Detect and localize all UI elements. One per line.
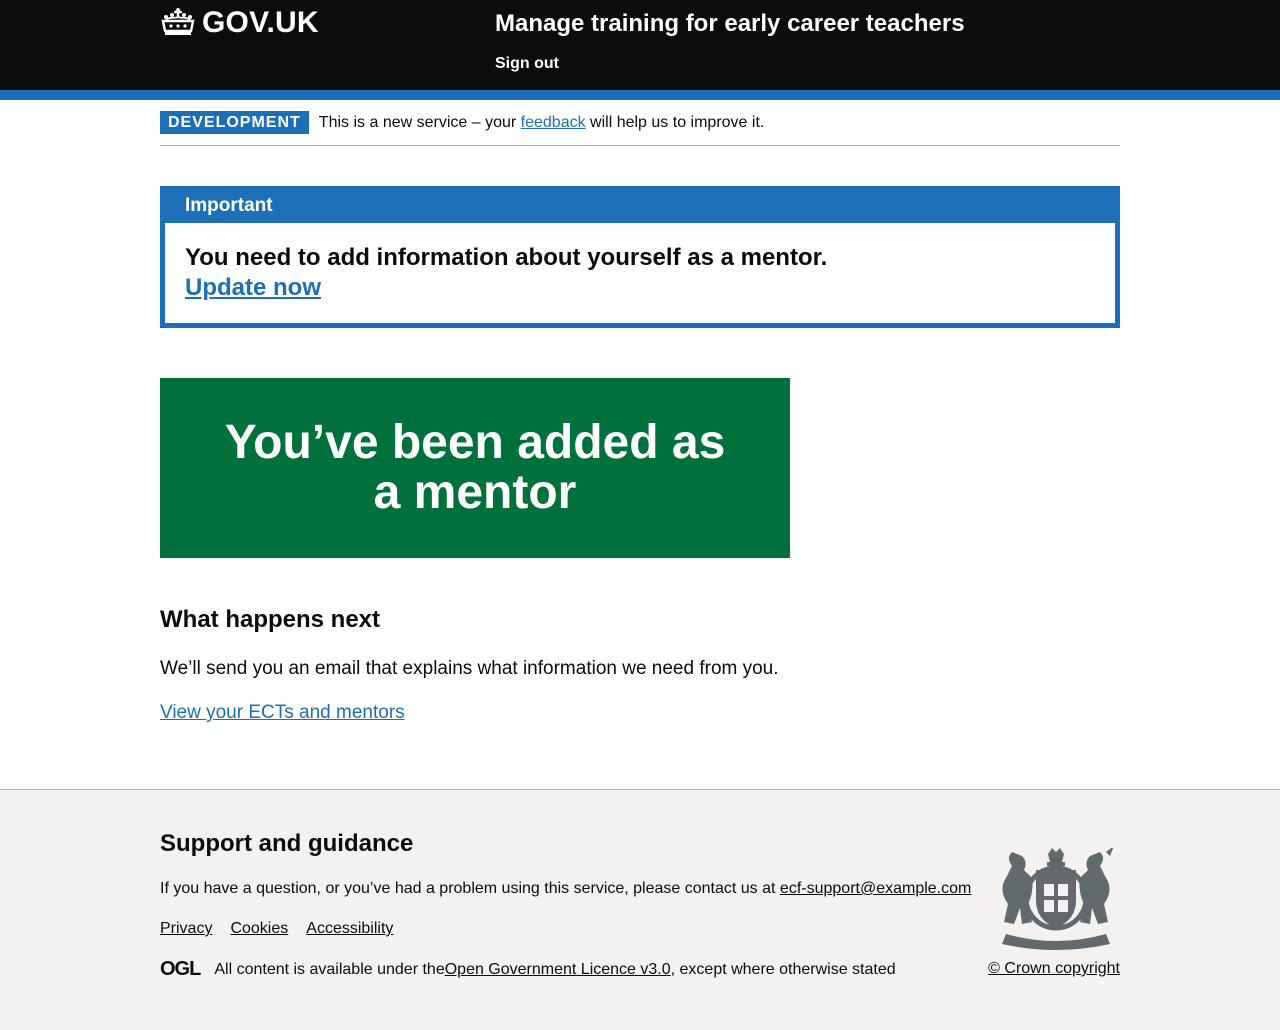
header-container: GOV.UK Manage training for early career … — [160, 0, 1120, 90]
confirmation-panel: You’ve been added as a mentor — [160, 378, 790, 558]
header-blue-stripe — [0, 90, 1280, 100]
what-happens-next-heading: What happens next — [160, 606, 381, 633]
ogl-licence-link[interactable]: Open Government Licence v3.0 — [445, 961, 671, 979]
phase-banner: DEVELOPMENT This is a new service – your… — [160, 100, 1120, 146]
view-ects-mentors-link[interactable]: View your ECTs and mentors — [160, 702, 405, 724]
footer-container: Support and guidance If you have a quest… — [160, 790, 1120, 1030]
notification-content: You need to add information about yourse… — [165, 223, 1115, 323]
govuk-logo-link[interactable]: GOV.UK — [160, 6, 319, 40]
support-email-link[interactable]: ecf-support@example.com — [780, 880, 971, 897]
update-now-link[interactable]: Update now — [185, 273, 321, 303]
sign-out-link[interactable]: Sign out — [495, 55, 559, 73]
footer-links: Privacy Cookies Accessibility — [160, 920, 393, 938]
support-text: If you have a question, or you’ve had a … — [160, 880, 780, 897]
ogl-logo-icon: OGL — [160, 958, 201, 980]
crown-copyright-link[interactable]: © Crown copyright — [988, 960, 1120, 978]
crown-icon — [161, 8, 195, 35]
footer-link-cookies[interactable]: Cookies — [230, 920, 288, 938]
footer-support-text: If you have a question, or you’ve had a … — [160, 880, 971, 898]
site-footer: Support and guidance If you have a quest… — [0, 789, 1280, 1030]
footer-licence: OGL All content is available under the O… — [160, 958, 896, 981]
logo-text: GOV.UK — [202, 6, 319, 39]
panel-title: You’ve been added as a mentor — [224, 416, 726, 519]
feedback-link[interactable]: feedback — [521, 114, 586, 131]
licence-text-before: All content is available under the — [214, 960, 445, 978]
footer-heading: Support and guidance — [160, 830, 414, 857]
main-content: DEVELOPMENT This is a new service – your… — [160, 100, 1120, 724]
licence-text-after: , except where otherwise stated — [670, 960, 896, 978]
site-header: GOV.UK Manage training for early career … — [0, 0, 1280, 90]
notification-title: Important — [185, 195, 273, 216]
what-happens-next-body: We’ll send you an email that explains wh… — [160, 658, 779, 679]
footer-link-accessibility[interactable]: Accessibility — [306, 920, 393, 938]
notification-heading: You need to add information about yourse… — [185, 244, 828, 271]
service-name[interactable]: Manage training for early career teacher… — [495, 10, 965, 38]
phase-text-before: This is a new service – your — [318, 113, 521, 131]
footer-link-privacy[interactable]: Privacy — [160, 920, 212, 938]
important-notification-banner: Important You need to add information ab… — [160, 186, 1120, 328]
phase-tag: DEVELOPMENT — [160, 111, 309, 134]
phase-text-after: will help us to improve it. — [585, 113, 765, 131]
royal-coat-of-arms-icon — [1002, 848, 1114, 950]
phase-banner-text: This is a new service – your feedback wi… — [319, 114, 765, 132]
